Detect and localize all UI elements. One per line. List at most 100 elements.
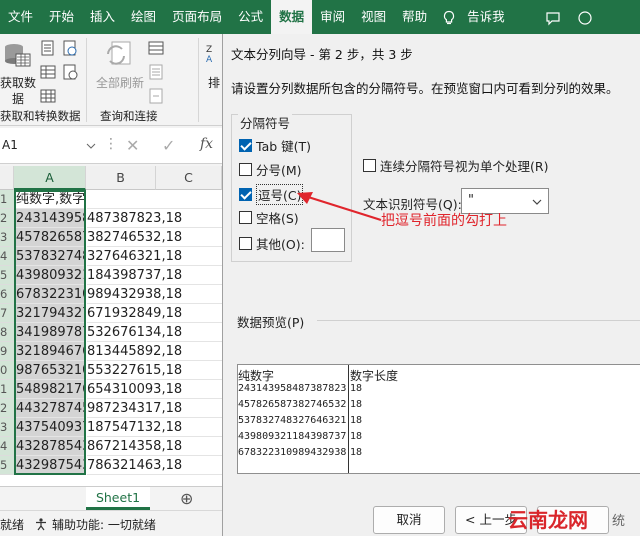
cell-a[interactable]: 2431439584873 <box>16 209 86 228</box>
menu-insert[interactable]: 插入 <box>82 0 123 34</box>
cell-b[interactable]: 487387823,18 <box>87 209 222 228</box>
menu-file[interactable]: 文件 <box>0 0 41 34</box>
row-header[interactable]: 7 <box>0 304 14 323</box>
from-table-icon[interactable] <box>40 64 56 80</box>
cell-b[interactable]: 532676134,18 <box>87 323 222 342</box>
column-header-b[interactable]: B <box>86 166 156 190</box>
cell-a[interactable]: 3218946768134 <box>16 342 86 361</box>
menu-formulas[interactable]: 公式 <box>230 0 271 34</box>
namebox-dropdown-icon[interactable] <box>86 142 96 150</box>
comments-button[interactable] <box>537 0 569 34</box>
cell-b[interactable] <box>87 190 222 209</box>
cell-a[interactable]: 纯数字,数字长度 <box>16 190 86 209</box>
menu-draw[interactable]: 绘图 <box>123 0 164 34</box>
sheet-tab-sheet1[interactable]: Sheet1 <box>86 487 150 510</box>
cell-a[interactable]: 4328785438672 <box>16 437 86 456</box>
comma-checkbox[interactable] <box>239 188 252 201</box>
properties-icon[interactable] <box>148 64 164 80</box>
cancel-formula-icon[interactable]: ✕ <box>126 136 139 155</box>
consecutive-option[interactable]: 连续分隔符号视为单个处理(R) <box>363 156 548 175</box>
cancel-button[interactable]: 取消 <box>373 506 445 534</box>
menu-review[interactable]: 审阅 <box>312 0 353 34</box>
cell-a[interactable]: 4578265873827 <box>16 228 86 247</box>
refresh-all-icon[interactable] <box>104 40 136 70</box>
space-option[interactable]: 空格(S) <box>239 208 299 227</box>
row-header[interactable]: 5 <box>0 266 14 285</box>
cell-a[interactable]: 4432787459872 <box>16 399 86 418</box>
insert-function-icon[interactable]: fx <box>200 136 213 152</box>
cell-a[interactable]: 5378327483276 <box>16 247 86 266</box>
sort-icon[interactable]: ZA <box>206 42 222 64</box>
cell-b[interactable]: 187547132,18 <box>87 418 222 437</box>
space-checkbox[interactable] <box>239 211 252 224</box>
recent-sources-icon[interactable] <box>62 64 78 80</box>
menu-data[interactable]: 数据 <box>271 0 313 34</box>
row-header[interactable]: 4 <box>0 247 14 266</box>
from-text-icon[interactable] <box>40 40 56 56</box>
row-header[interactable]: 2 <box>0 399 14 418</box>
semicolon-option[interactable]: 分号(M) <box>239 160 302 179</box>
menu-page-layout[interactable]: 页面布局 <box>164 0 230 34</box>
accessibility-icon[interactable] <box>34 517 48 531</box>
tab-option[interactable]: Tab 键(T) <box>239 136 311 155</box>
preview-cell-length: 18 <box>350 431 363 442</box>
cell-a[interactable]: 4398093211843 <box>16 266 86 285</box>
menu-home[interactable]: 开始 <box>41 0 82 34</box>
row-header[interactable]: 0 <box>0 361 14 380</box>
other-delimiter-input[interactable] <box>311 228 345 252</box>
tell-me[interactable]: 告诉我 <box>435 0 513 34</box>
share-button[interactable] <box>569 0 601 34</box>
cell-a[interactable]: 9876532107553 <box>16 361 86 380</box>
cell-a[interactable]: 4375409371875 <box>16 418 86 437</box>
cell-b[interactable]: 553227615,18 <box>87 361 222 380</box>
get-data-label[interactable]: 获取数 <box>0 74 36 91</box>
column-header-c[interactable]: C <box>156 166 222 190</box>
cell-b[interactable]: 867214358,18 <box>87 437 222 456</box>
cell-b[interactable]: 382746532,18 <box>87 228 222 247</box>
edit-links-icon[interactable] <box>148 88 164 104</box>
other-checkbox[interactable] <box>239 237 252 250</box>
menu-view[interactable]: 视图 <box>353 0 394 34</box>
data-preview[interactable]: 纯数字 数字长度 243143958487387823 18 45782658738… <box>237 364 640 474</box>
cell-b[interactable]: 987234317,18 <box>87 399 222 418</box>
row-header[interactable]: 1 <box>0 380 14 399</box>
cell-a[interactable]: 3217943271671 <box>16 304 86 323</box>
name-box[interactable]: A1 <box>0 134 95 158</box>
menu-help[interactable]: 帮助 <box>394 0 435 34</box>
existing-connections-icon[interactable] <box>40 88 56 104</box>
enter-formula-icon[interactable]: ✓ <box>162 136 175 155</box>
cell-a[interactable]: 5489821766543 <box>16 380 86 399</box>
cell-b[interactable]: 327646321,18 <box>87 247 222 266</box>
status-accessibility[interactable]: 辅助功能: 一切就绪 <box>52 516 156 533</box>
cell-b[interactable]: 671932849,18 <box>87 304 222 323</box>
row-header[interactable]: 1 <box>0 190 14 209</box>
row-header[interactable]: 9 <box>0 342 14 361</box>
from-web-icon[interactable] <box>62 40 78 56</box>
cell-b[interactable]: 654310093,18 <box>87 380 222 399</box>
consecutive-checkbox[interactable] <box>363 159 376 172</box>
row-header[interactable]: 3 <box>0 418 14 437</box>
tab-checkbox[interactable] <box>239 139 252 152</box>
other-option[interactable]: 其他(O): <box>239 234 305 253</box>
sort-label[interactable]: 排 <box>208 74 220 91</box>
add-sheet-button[interactable]: ⊕ <box>180 489 193 508</box>
row-header[interactable]: 8 <box>0 323 14 342</box>
cell-b[interactable]: 184398737,18 <box>87 266 222 285</box>
row-header[interactable]: 6 <box>0 285 14 304</box>
row-header[interactable]: 5 <box>0 456 14 475</box>
row-header[interactable]: 2 <box>0 209 14 228</box>
semicolon-checkbox[interactable] <box>239 163 252 176</box>
get-data-icon[interactable] <box>2 40 32 70</box>
cell-a[interactable]: 3419897875326 <box>16 323 86 342</box>
cell-b[interactable]: 813445892,18 <box>87 342 222 361</box>
row-header[interactable]: 4 <box>0 437 14 456</box>
row-header[interactable]: 3 <box>0 228 14 247</box>
cell-a[interactable]: 6783223109894 <box>16 285 86 304</box>
refresh-all-label[interactable]: 全部刷新 <box>96 74 144 91</box>
column-header-a[interactable]: A <box>14 166 86 190</box>
corner-select-all[interactable] <box>0 166 14 190</box>
cell-b[interactable]: 786321463,18 <box>87 456 222 475</box>
queries-connections-icon[interactable] <box>148 40 164 56</box>
cell-b[interactable]: 989432938,18 <box>87 285 222 304</box>
cell-a[interactable]: 4329875437863 <box>16 456 86 475</box>
